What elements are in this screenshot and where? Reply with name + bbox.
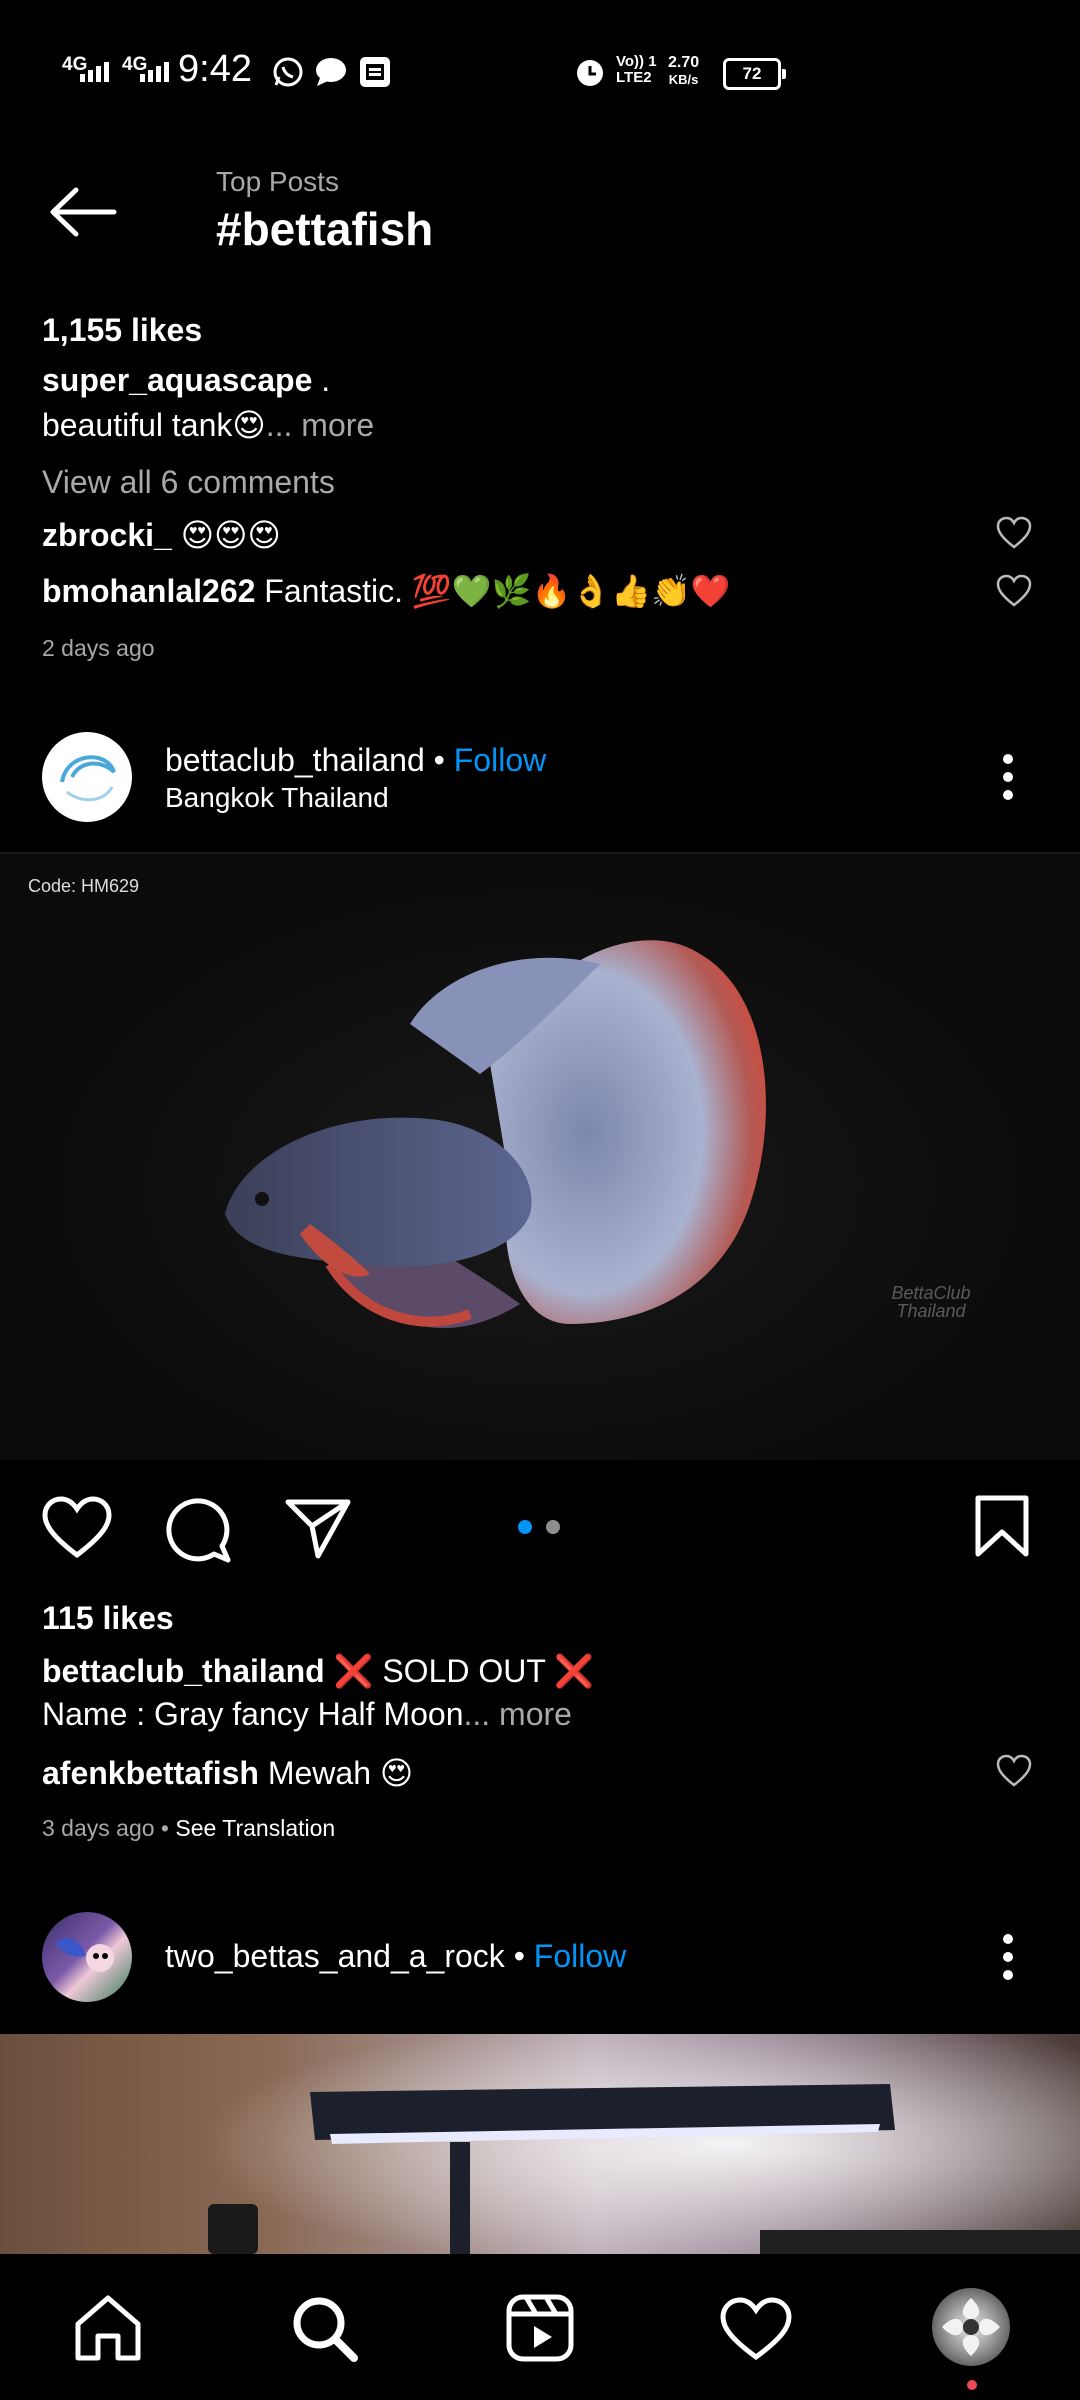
lte-label: LTE2	[616, 69, 652, 86]
post-image[interactable]	[0, 854, 1080, 1460]
whatsapp-icon	[273, 57, 303, 87]
separator-dot: •	[424, 742, 454, 778]
post2-comment-user[interactable]: afenkbettafish	[42, 1755, 259, 1791]
bottom-navigation	[0, 2254, 1080, 2400]
post2-caption: bettaclub_thailand ❌ SOLD OUT ❌	[42, 1652, 594, 1690]
speed-unit: KB/s	[668, 72, 699, 87]
post2-caption-text: ❌ SOLD OUT ❌	[324, 1653, 595, 1689]
comment-text: 😍😍😍	[171, 517, 281, 553]
image-code-label: Code: HM629	[28, 876, 140, 896]
comment-user[interactable]: zbrocki_	[42, 517, 172, 553]
status-time: 9:42	[178, 48, 252, 90]
post1-caption-text: .	[312, 362, 331, 398]
post2-location[interactable]: Bangkok Thailand	[165, 782, 389, 814]
betta-cartoon-icon	[56, 1937, 114, 1972]
page-title: #bettafish	[216, 203, 434, 255]
avatar-2[interactable]	[42, 1912, 132, 2002]
separator-dot-2: •	[504, 1938, 534, 1974]
post2-more-link[interactable]: ... more	[463, 1696, 571, 1732]
post1-caption: super_aquascape .	[42, 362, 330, 399]
back-arrow-icon[interactable]	[48, 186, 118, 238]
post2-caption-line2-text: Name : Gray fancy Half Moon	[42, 1696, 464, 1732]
signal-strength-icon	[80, 62, 109, 82]
heart-icon[interactable]	[720, 2294, 792, 2366]
post2-username[interactable]: bettaclub_thailand	[165, 742, 425, 778]
battery-indicator: 72	[723, 58, 786, 90]
profile-avatar[interactable]	[932, 2288, 1010, 2366]
comment-text-2: Fantastic. 💯💚🌿🔥👌👍👏❤️	[255, 573, 731, 609]
view-all-comments-link[interactable]: View all 6 comments	[42, 464, 335, 501]
see-translation-link[interactable]: See Translation	[175, 1815, 335, 1841]
gallery-notification-icon	[360, 57, 390, 87]
search-icon[interactable]	[288, 2292, 360, 2364]
reels-icon[interactable]	[504, 2292, 576, 2364]
status-bar: 4G 4G 9:42 Vo)) 1 LTE2 2.70 KB/s 72	[0, 0, 1080, 140]
bettaclub-logo-icon	[60, 755, 116, 802]
post2-meta: 3 days ago • See Translation	[42, 1815, 335, 1842]
home-icon[interactable]	[72, 2292, 144, 2364]
more-options-icon-2[interactable]	[996, 1932, 1020, 1982]
comment-like-heart-icon[interactable]	[996, 516, 1032, 550]
comment-like-heart-icon-2[interactable]	[996, 574, 1032, 608]
betta-fish-illustration	[225, 940, 766, 1329]
post1-likes[interactable]: 1,155 likes	[42, 312, 202, 349]
follow-button[interactable]: Follow	[454, 742, 546, 778]
post3-username[interactable]: two_bettas_and_a_rock	[165, 1938, 505, 1974]
more-options-icon[interactable]	[996, 752, 1020, 802]
post3-user-row: two_bettas_and_a_rock • Follow	[165, 1938, 626, 1975]
post2-comment-row: afenkbettafish Mewah 😍	[42, 1754, 413, 1792]
follow-button-2[interactable]: Follow	[534, 1938, 626, 1974]
post1-caption-line2: beautiful tank😍... more	[42, 406, 374, 444]
post2-timestamp: 3 days ago	[42, 1815, 155, 1841]
save-bookmark-icon[interactable]	[974, 1494, 1030, 1558]
aquarium-light-illustration	[200, 2034, 1080, 2254]
signal-strength-icon-2	[140, 62, 169, 82]
comment-user-2[interactable]: bmohanlal262	[42, 573, 255, 609]
post2-caption-user[interactable]: bettaclub_thailand	[42, 1653, 325, 1689]
alarm-icon	[577, 60, 603, 86]
post2-user-row: bettaclub_thailand • Follow	[165, 742, 546, 779]
post2-comment-text: Mewah 😍	[258, 1755, 414, 1791]
meta-dot: •	[154, 1815, 176, 1841]
volte-label: Vo)) 1	[616, 53, 657, 70]
post-image-2[interactable]	[0, 2034, 1080, 2254]
post1-caption-user[interactable]: super_aquascape	[42, 362, 312, 398]
flower-icon	[942, 2298, 1000, 2356]
network-speed: 2.70 KB/s	[668, 54, 699, 88]
speed-value: 2.70	[668, 54, 700, 71]
share-paper-plane-icon[interactable]	[284, 1496, 352, 1560]
like-heart-icon[interactable]	[42, 1496, 112, 1560]
post1-more-link[interactable]: ... more	[266, 407, 374, 443]
post1-caption-line2-text: beautiful tank😍	[42, 407, 266, 443]
post2-likes[interactable]: 115 likes	[42, 1600, 174, 1637]
post2-caption-line2: Name : Gray fancy Half Moon... more	[42, 1696, 572, 1733]
volte-indicator: Vo)) 1 LTE2	[616, 54, 657, 86]
post1-timestamp: 2 days ago	[42, 635, 155, 661]
notification-dot	[967, 2380, 977, 2390]
watermark-logo: BettaClub Thailand	[891, 1283, 971, 1321]
avatar[interactable]	[42, 732, 132, 822]
header-subtitle: Top Posts	[216, 166, 339, 197]
comment-like-heart-icon-3[interactable]	[996, 1754, 1032, 1788]
carousel-dot	[546, 1520, 560, 1534]
message-icon	[316, 58, 346, 86]
comment-row: zbrocki_ 😍😍😍	[42, 516, 281, 554]
carousel-dot-active	[518, 1520, 532, 1534]
comment-bubble-icon[interactable]	[164, 1496, 232, 1564]
comment-row-2: bmohanlal262 Fantastic. 💯💚🌿🔥👌👍👏❤️	[42, 572, 731, 610]
